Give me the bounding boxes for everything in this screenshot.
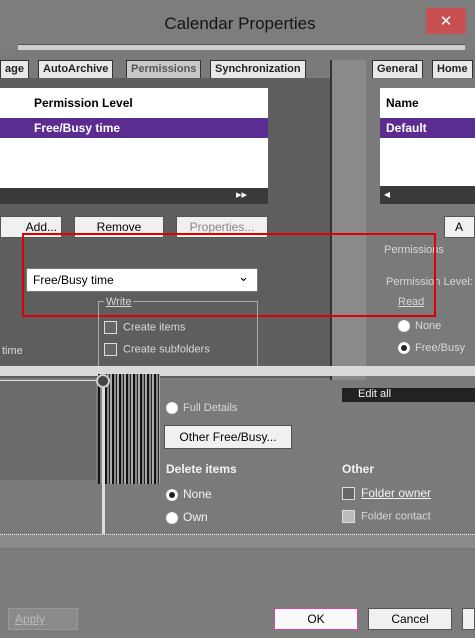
slider-handle[interactable] — [96, 374, 110, 388]
glitch-panel — [0, 380, 96, 480]
read-none-radio[interactable] — [398, 320, 410, 333]
read-group-label: Read — [398, 296, 425, 308]
left-fragment-label: time — [2, 345, 23, 357]
read-free-busy-radio[interactable] — [398, 342, 410, 355]
delete-none-option[interactable]: None — [166, 487, 212, 501]
delete-own-option[interactable]: Own — [166, 510, 208, 524]
edit-all-option[interactable]: Edit all — [358, 388, 391, 400]
tab-permissions[interactable]: Permissions — [126, 60, 202, 78]
tab-home[interactable]: Home — [432, 60, 473, 78]
horizontal-scrollbar[interactable]: ▸▸ — [0, 188, 268, 204]
delete-none-radio[interactable] — [166, 488, 178, 501]
apply-button[interactable]: Apply — [8, 608, 78, 630]
delete-own-radio[interactable] — [166, 511, 178, 524]
delete-items-label: Delete items — [166, 462, 237, 476]
tab-strip — [18, 44, 465, 50]
tab-synchronization[interactable]: Synchronization — [210, 60, 306, 78]
tab-autoarchive[interactable]: AutoArchive — [38, 60, 114, 78]
cancel-button[interactable]: Cancel — [368, 608, 452, 630]
write-group-label: Write — [104, 296, 134, 308]
folder-contact-option[interactable]: Folder contact — [342, 510, 431, 523]
folder-contact-checkbox[interactable] — [342, 510, 355, 523]
create-items-checkbox[interactable] — [104, 321, 117, 334]
panel-divider — [330, 60, 366, 380]
folder-owner-option[interactable]: Folder owner — [342, 486, 431, 501]
glitch-band — [0, 366, 475, 376]
other-group-label: Other — [342, 462, 375, 476]
other-free-busy-button[interactable]: Other Free/Busy... — [164, 425, 292, 449]
read-free-busy-option[interactable]: Free/Busy — [398, 342, 465, 355]
full-details-option[interactable]: Full Details — [166, 402, 237, 415]
list-item-default[interactable]: Default — [380, 118, 475, 138]
write-group-box — [98, 301, 258, 371]
tab-general[interactable]: General — [372, 60, 423, 78]
slider-track[interactable] — [102, 388, 105, 538]
glitch-artifact — [98, 374, 160, 484]
read-none-option[interactable]: None — [398, 320, 441, 333]
folder-owner-checkbox[interactable] — [342, 487, 355, 501]
scroll-left-icon[interactable]: ◂ — [384, 187, 390, 201]
window-title: Calendar Properties — [164, 14, 316, 33]
ok-button[interactable]: OK — [274, 608, 358, 630]
list-item-selected[interactable]: Free/Busy time — [0, 118, 268, 138]
create-items-option[interactable]: Create items — [104, 321, 185, 334]
add-button-right[interactable]: A — [444, 216, 475, 238]
tab-home-page[interactable]: age — [0, 60, 29, 78]
column-header-permission-level[interactable]: Permission Level — [34, 96, 133, 110]
column-header-name[interactable]: Name — [386, 96, 419, 110]
create-subfolders-option[interactable]: Create subfolders — [104, 343, 210, 356]
glitch-strip — [0, 534, 475, 548]
create-subfolders-checkbox[interactable] — [104, 343, 117, 356]
right-horizontal-scrollbar[interactable]: ◂ — [380, 186, 475, 204]
scroll-right-icon[interactable]: ▸▸ — [236, 188, 247, 201]
close-button[interactable]: ✕ — [426, 8, 466, 34]
help-button[interactable] — [462, 608, 475, 630]
full-details-radio[interactable] — [166, 402, 178, 415]
permission-list[interactable]: Permission Level Free/Busy time — [0, 88, 268, 204]
